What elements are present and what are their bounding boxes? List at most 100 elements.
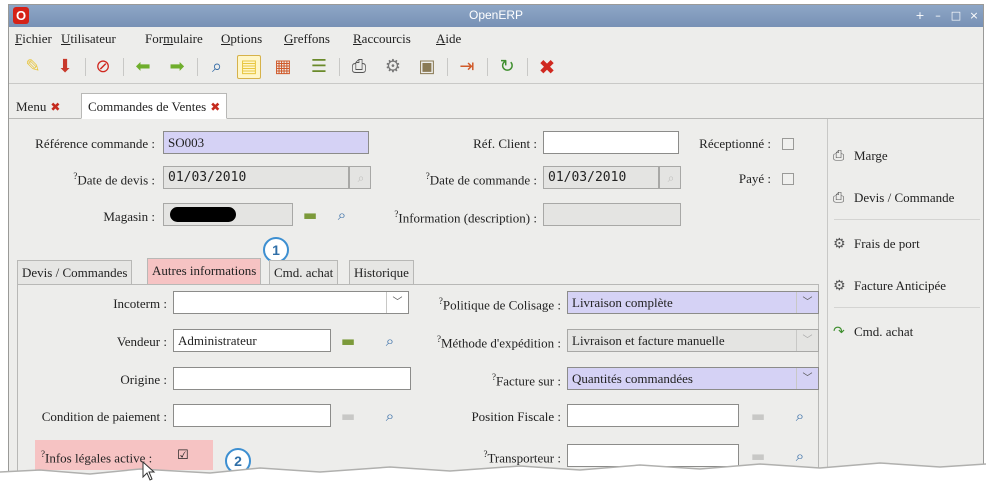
search-icon[interactable]: ⌕ bbox=[791, 407, 809, 425]
sidebar-item-facture-anticipee[interactable]: ⚙ Facture Anticipée bbox=[828, 263, 983, 309]
received-checkbox[interactable] bbox=[782, 138, 794, 150]
search-icon[interactable]: ⌕ bbox=[381, 407, 399, 425]
menu-greffons[interactable]: Greffons bbox=[284, 31, 330, 47]
sale-order-form: Référence commande : SO003 Réf. Client :… bbox=[9, 119, 825, 483]
redacted-value bbox=[170, 207, 236, 222]
menu-raccourcis[interactable]: Raccourcis bbox=[353, 31, 411, 47]
sidebar-item-devis-commande[interactable]: ⎙ Devis / Commande bbox=[828, 175, 983, 221]
openerp-window: O OpenERP + – □ × Fichier Utilisateur Fo… bbox=[8, 4, 984, 484]
minimize-icon[interactable]: – bbox=[931, 9, 945, 23]
client-reference-field[interactable] bbox=[543, 131, 679, 154]
close-icon[interactable]: ✖ bbox=[535, 55, 559, 79]
previous-icon[interactable]: ⬅ bbox=[131, 55, 155, 79]
shipping-method-select[interactable]: Livraison et facture manuelle ﹀ bbox=[567, 329, 819, 352]
folder-icon[interactable]: ▬ bbox=[301, 206, 319, 224]
client-reference-label: Réf. Client : bbox=[473, 136, 537, 151]
action-icon[interactable]: ⚙ bbox=[381, 55, 405, 79]
form-view-icon[interactable]: ▤ bbox=[237, 55, 261, 79]
quote-date-picker[interactable]: ⌕ bbox=[349, 166, 371, 189]
chart-view-icon[interactable]: ▦ bbox=[271, 55, 295, 79]
print-icon[interactable]: ⎙ bbox=[347, 55, 371, 79]
packing-policy-select[interactable]: Livraison complète ﹀ bbox=[567, 291, 819, 314]
toolbar-divider bbox=[85, 58, 86, 76]
paid-checkbox[interactable] bbox=[782, 173, 794, 185]
action-sidebar: ⎙ Marge ⎙ Devis / Commande ⚙ Frais de port … bbox=[827, 119, 983, 483]
attachment-icon[interactable]: ▣ bbox=[415, 55, 439, 79]
tab-devis-commandes[interactable]: Devis / Commandes bbox=[17, 260, 133, 284]
order-date-field[interactable]: 01/03/2010 bbox=[543, 166, 659, 189]
menu-fichier[interactable]: Fichier bbox=[15, 31, 52, 47]
printer-icon: ⎙ bbox=[833, 148, 845, 164]
toolbar-divider bbox=[447, 58, 448, 76]
salesman-field[interactable]: Administrateur bbox=[173, 329, 331, 352]
maximize-icon[interactable]: □ bbox=[949, 9, 963, 23]
packing-policy-label: ?Politique de Colisage : bbox=[438, 296, 561, 313]
menu-aide[interactable]: Aide bbox=[436, 31, 461, 47]
menu-bar: Fichier Utilisateur Formulaire Options G… bbox=[9, 27, 983, 49]
tab-cmd-achat[interactable]: Cmd. achat bbox=[269, 260, 339, 284]
payment-term-label: Condition de paiement : bbox=[41, 409, 167, 424]
next-icon[interactable]: ➡ bbox=[165, 55, 189, 79]
quote-date-field[interactable]: 01/03/2010 bbox=[163, 166, 349, 189]
search-icon[interactable]: ⌕ bbox=[381, 332, 399, 350]
toolbar-divider bbox=[197, 58, 198, 76]
menu-formulaire[interactable]: Formulaire bbox=[145, 31, 203, 47]
mouse-cursor-icon bbox=[142, 461, 156, 481]
menu-options[interactable]: Options bbox=[221, 31, 262, 47]
sidebar-item-frais-de-port[interactable]: ⚙ Frais de port bbox=[828, 221, 983, 267]
save-icon[interactable]: ⬇ bbox=[53, 55, 77, 79]
received-label: Réceptionné : bbox=[699, 136, 771, 151]
reload-icon[interactable]: ↻ bbox=[495, 55, 519, 79]
arrow-icon: ↷ bbox=[833, 324, 845, 340]
information-field[interactable] bbox=[543, 203, 681, 226]
sidebar-item-cmd-achat[interactable]: ↷ Cmd. achat bbox=[828, 309, 983, 355]
toolbar-divider bbox=[487, 58, 488, 76]
delete-icon[interactable]: ⊘ bbox=[91, 55, 115, 79]
order-reference-field[interactable]: SO003 bbox=[163, 131, 369, 154]
chevron-down-icon: ﹀ bbox=[796, 330, 818, 351]
list-view-icon[interactable]: ☰ bbox=[307, 55, 331, 79]
close-tab-icon[interactable]: ✖ bbox=[210, 100, 220, 114]
sidebar-item-marge[interactable]: ⎙ Marge bbox=[828, 133, 983, 179]
toolbar: ✎ ⬇ ⊘ ⬅ ➡ ⌕ ▤ ▦ ☰ ⎙ ⚙ ▣ ⇥ ↻ ✖ bbox=[9, 50, 983, 84]
tab-menu[interactable]: Menu ✖ bbox=[9, 93, 67, 119]
invoice-on-select[interactable]: Quantités commandées ﹀ bbox=[567, 367, 819, 390]
incoterm-select[interactable]: ﹀ bbox=[173, 291, 409, 314]
tab-historique[interactable]: Historique bbox=[349, 260, 414, 284]
chevron-down-icon: ﹀ bbox=[386, 292, 408, 313]
title-bar: O OpenERP + – □ × bbox=[9, 5, 983, 27]
find-icon[interactable]: ⌕ bbox=[205, 55, 229, 79]
folder-icon[interactable]: ▬ bbox=[339, 407, 357, 425]
fiscal-position-label: Position Fiscale : bbox=[471, 409, 561, 424]
gears-icon: ⚙ bbox=[833, 236, 846, 252]
menu-utilisateur[interactable]: Utilisateur bbox=[61, 31, 116, 47]
order-date-label: ?Date de commande : bbox=[425, 171, 537, 188]
shop-label: Magasin : bbox=[103, 209, 155, 224]
order-date-picker[interactable]: ⌕ bbox=[659, 166, 681, 189]
search-icon[interactable]: ⌕ bbox=[333, 206, 351, 224]
origin-field[interactable] bbox=[173, 367, 411, 390]
paid-label: Payé : bbox=[738, 171, 771, 186]
shop-field[interactable] bbox=[163, 203, 293, 226]
payment-term-field[interactable] bbox=[173, 404, 331, 427]
printer-icon: ⎙ bbox=[833, 190, 845, 206]
origin-label: Origine : bbox=[120, 372, 167, 387]
toolbar-divider bbox=[527, 58, 528, 76]
order-reference-label: Référence commande : bbox=[35, 136, 155, 151]
information-label: ?Information (description) : bbox=[394, 209, 537, 226]
fiscal-position-field[interactable] bbox=[567, 404, 739, 427]
gears-icon: ⚙ bbox=[833, 278, 846, 294]
document-tabs: Menu ✖ Commandes de Ventes ✖ bbox=[9, 85, 983, 119]
tab-commandes-de-ventes[interactable]: Commandes de Ventes ✖ bbox=[81, 93, 228, 119]
window-title: OpenERP bbox=[468, 8, 524, 22]
folder-icon[interactable]: ▬ bbox=[339, 332, 357, 350]
keep-above-icon[interactable]: + bbox=[913, 9, 927, 23]
tab-autres-informations[interactable]: Autres informations bbox=[147, 258, 262, 285]
close-tab-icon[interactable]: ✖ bbox=[50, 100, 60, 114]
close-window-icon[interactable]: × bbox=[967, 9, 981, 23]
chevron-down-icon: ﹀ bbox=[796, 292, 818, 313]
folder-icon[interactable]: ▬ bbox=[749, 407, 767, 425]
export-icon[interactable]: ⇥ bbox=[455, 55, 479, 79]
toolbar-divider bbox=[123, 58, 124, 76]
new-icon[interactable]: ✎ bbox=[21, 55, 45, 79]
